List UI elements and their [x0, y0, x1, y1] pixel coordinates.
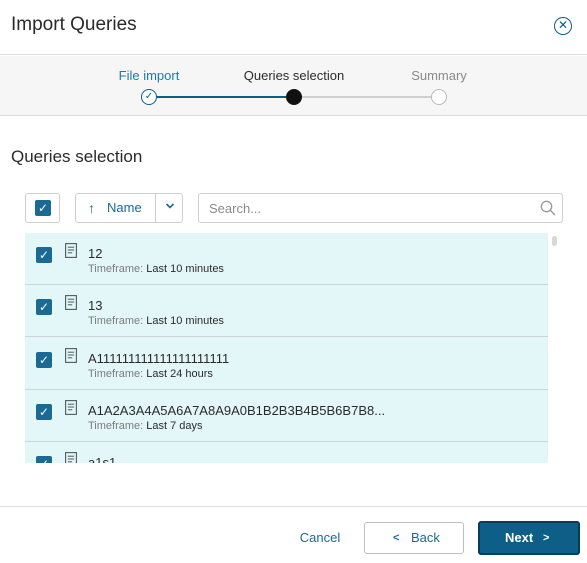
query-checkbox[interactable]: ✓ [36, 299, 52, 315]
query-name: 13 [88, 298, 103, 313]
query-name: a1s1 [88, 455, 117, 463]
query-name: A1A2A3A4A5A6A7A8A9A0B1B2B3B4B5B6B7B8... [88, 403, 386, 418]
step-connector-completed [157, 96, 287, 98]
query-checkbox[interactable]: ✓ [36, 456, 52, 463]
document-icon [65, 400, 77, 415]
section-title: Queries selection [11, 147, 143, 166]
query-row[interactable]: ✓ A1A2A3A4A5A6A7A8A9A0B1B2B3B4B5B6B7B8..… [25, 390, 548, 442]
queries-list[interactable]: ✓ 12 Timeframe: Last 10 minutes ✓ 13 Tim… [25, 233, 548, 463]
document-icon [65, 348, 77, 363]
dialog-footer: Cancel < Back Next > [0, 506, 587, 563]
sort-control: ↑ Name [75, 193, 183, 223]
query-name: 12 [88, 246, 103, 261]
query-timeframe: Timeframe: Last 10 minutes [88, 315, 224, 327]
timeframe-label: Timeframe: [88, 263, 144, 275]
sort-options-dropdown[interactable] [156, 194, 183, 222]
query-row[interactable]: ✓ 13 Timeframe: Last 10 minutes [25, 285, 548, 337]
dialog-header: Import Queries ✕ [0, 0, 587, 55]
chevron-left-icon: < [393, 532, 400, 544]
sort-ascending-arrow-icon: ↑ [88, 200, 95, 216]
timeframe-value: Last 10 minutes [146, 315, 224, 327]
select-all-checkbox[interactable]: ✓ [35, 200, 51, 216]
search-box [198, 193, 563, 223]
document-icon [65, 452, 77, 463]
sort-label: Name [107, 200, 142, 215]
query-checkbox[interactable]: ✓ [36, 247, 52, 263]
next-button-label: Next [505, 530, 534, 545]
timeframe-value: Last 7 days [146, 420, 203, 432]
chevron-down-icon [165, 203, 174, 209]
query-name: A111111111111111111111 [88, 351, 230, 366]
cancel-button[interactable]: Cancel [292, 522, 348, 554]
search-icon[interactable] [540, 200, 556, 216]
timeframe-label: Timeframe: [88, 315, 144, 327]
step-connector-pending [301, 96, 431, 98]
timeframe-value: Last 10 minutes [146, 263, 224, 275]
sort-by-name-button[interactable]: ↑ Name [76, 194, 155, 222]
wizard-stepper: File import Queries selection Summary ✓ [0, 56, 587, 116]
dialog-title: Import Queries [11, 14, 137, 35]
query-row[interactable]: ✓ A111111111111111111111 Timeframe: Last… [25, 338, 548, 390]
step-summary-label: Summary [411, 68, 467, 83]
timeframe-label: Timeframe: [88, 420, 144, 432]
query-timeframe: Timeframe: Last 7 days [88, 420, 203, 432]
step-current-dot [286, 89, 302, 105]
next-button[interactable]: Next > [478, 521, 580, 555]
document-icon [65, 243, 77, 258]
step-file-import-label: File import [118, 68, 180, 83]
close-icon[interactable]: ✕ [554, 17, 572, 35]
query-checkbox[interactable]: ✓ [36, 352, 52, 368]
query-row[interactable]: ✓ a1s1 [25, 442, 548, 463]
back-button-label: Back [411, 530, 440, 545]
search-input[interactable] [199, 194, 529, 222]
back-button[interactable]: < Back [364, 522, 464, 554]
query-timeframe: Timeframe: Last 24 hours [88, 368, 213, 380]
step-queries-selection-label: Queries selection [243, 68, 345, 83]
list-scrollbar-thumb[interactable] [552, 236, 557, 246]
select-all-checkbox-container[interactable]: ✓ [25, 193, 60, 223]
step-completed-check-icon: ✓ [141, 89, 157, 105]
step-pending-dot [431, 89, 447, 105]
query-row[interactable]: ✓ 12 Timeframe: Last 10 minutes [25, 233, 548, 285]
chevron-right-icon: > [543, 532, 550, 544]
query-timeframe: Timeframe: Last 10 minutes [88, 263, 224, 275]
timeframe-value: Last 24 hours [146, 368, 213, 380]
query-checkbox[interactable]: ✓ [36, 404, 52, 420]
document-icon [65, 295, 77, 310]
timeframe-label: Timeframe: [88, 368, 144, 380]
